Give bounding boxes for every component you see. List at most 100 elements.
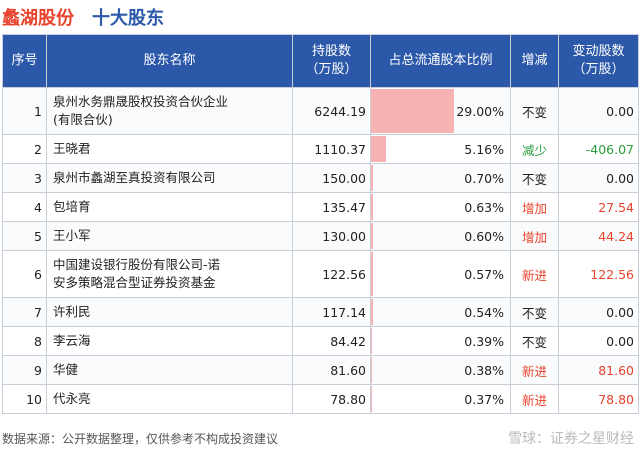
table-header-row: 序号 股东名称 持股数 （万股） 占总流通股本比例 增减 变动股数 （万股） (2, 34, 639, 88)
delta-value: 0.00 (558, 326, 639, 356)
delta-value: 81.60 (558, 355, 639, 385)
ratio-bar (371, 252, 373, 296)
change-status: 不变 (510, 87, 559, 135)
shareholder-name: 许利民 (46, 297, 293, 327)
delta-value: 122.56 (558, 250, 639, 298)
ratio-cell: 29.00% (370, 87, 511, 135)
ratio-value: 0.60% (464, 228, 504, 244)
shares-value: 135.47 (292, 192, 371, 222)
shares-value: 150.00 (292, 163, 371, 193)
shares-value: 122.56 (292, 250, 371, 298)
ratio-cell: 0.63% (370, 192, 511, 222)
ratio-bar (371, 89, 455, 133)
ratio-cell: 0.70% (370, 163, 511, 193)
change-status: 不变 (510, 297, 559, 327)
table-row: 9 华健 81.60 0.38% 新进 81.60 (2, 355, 639, 385)
table-row: 10 代永亮 78.80 0.37% 新进 78.80 (2, 384, 639, 414)
shares-value: 130.00 (292, 221, 371, 251)
company-name: 蠡湖股份 (2, 8, 74, 29)
row-index: 4 (2, 192, 47, 222)
delta-value: 44.24 (558, 221, 639, 251)
change-status: 新进 (510, 384, 559, 414)
row-index: 10 (2, 384, 47, 414)
change-status: 减少 (510, 134, 559, 164)
shareholder-name: 代永亮 (46, 384, 293, 414)
shares-value: 78.80 (292, 384, 371, 414)
table-row: 5 王小军 130.00 0.60% 增加 44.24 (2, 221, 639, 251)
shareholder-name: 李云海 (46, 326, 293, 356)
shareholder-name: 王小军 (46, 221, 293, 251)
ratio-value: 0.37% (464, 391, 504, 407)
delta-value: 78.80 (558, 384, 639, 414)
change-status: 增加 (510, 192, 559, 222)
table-row: 8 李云海 84.42 0.39% 不变 0.00 (2, 326, 639, 356)
row-index: 9 (2, 355, 47, 385)
data-source-note: 数据来源：公开数据整理，仅供参考不构成投资建议 (2, 432, 279, 446)
column-header-delta-text: 变动股数 （万股） (572, 44, 625, 77)
row-index: 8 (2, 326, 47, 356)
shares-value: 81.60 (292, 355, 371, 385)
ratio-value: 5.16% (464, 141, 504, 157)
shares-value: 117.14 (292, 297, 371, 327)
row-index: 7 (2, 297, 47, 327)
row-index: 2 (2, 134, 47, 164)
ratio-cell: 0.57% (370, 250, 511, 298)
ratio-bar (371, 299, 373, 325)
change-status: 不变 (510, 163, 559, 193)
ratio-value: 0.70% (464, 170, 504, 186)
change-status: 增加 (510, 221, 559, 251)
change-status: 不变 (510, 326, 559, 356)
delta-value: -406.07 (558, 134, 639, 164)
row-index: 3 (2, 163, 47, 193)
change-status: 新进 (510, 355, 559, 385)
ratio-cell: 0.60% (370, 221, 511, 251)
shares-value: 84.42 (292, 326, 371, 356)
ratio-value: 0.63% (464, 199, 504, 215)
ratio-bar (371, 357, 373, 383)
column-header-change: 增减 (510, 34, 559, 88)
ratio-value: 0.38% (464, 362, 504, 378)
ratio-bar (371, 136, 386, 162)
table-row: 6 中国建设银行股份有限公司-诺 安多策略混合型证券投资基金 122.56 0.57% 新… (2, 250, 639, 298)
ratio-value: 29.00% (456, 103, 504, 119)
column-header-ratio: 占总流通股本比例 (370, 34, 511, 88)
delta-value: 0.00 (558, 87, 639, 135)
shareholder-name: 泉州水务鼎晟股权投资合伙企业 (有限合伙) (46, 87, 293, 135)
shareholder-name: 华健 (46, 355, 293, 385)
ratio-value: 0.57% (464, 266, 504, 282)
table-row: 7 许利民 117.14 0.54% 不变 0.00 (2, 297, 639, 327)
shareholder-name: 泉州市蠡湖至真投资有限公司 (46, 163, 293, 193)
table-row: 2 王晓君 1110.37 5.16% 减少 -406.07 (2, 134, 639, 164)
delta-value: 0.00 (558, 297, 639, 327)
delta-value: 0.00 (558, 163, 639, 193)
ratio-bar (371, 194, 373, 220)
column-header-name: 股东名称 (46, 34, 293, 88)
ratio-cell: 0.38% (370, 355, 511, 385)
delta-value: 27.54 (558, 192, 639, 222)
ratio-cell: 0.37% (370, 384, 511, 414)
ratio-value: 0.54% (464, 304, 504, 320)
row-index: 6 (2, 250, 47, 298)
ratio-bar (371, 223, 373, 249)
page-title: 十大股东 (92, 8, 164, 29)
ratio-cell: 5.16% (370, 134, 511, 164)
brand-watermark: 雪球：证券之星财经 (508, 431, 634, 447)
shares-value: 1110.37 (292, 134, 371, 164)
table-row: 3 泉州市蠡湖至真投资有限公司 150.00 0.70% 不变 0.00 (2, 163, 639, 193)
shareholder-name: 中国建设银行股份有限公司-诺 安多策略混合型证券投资基金 (46, 250, 293, 298)
ratio-cell: 0.39% (370, 326, 511, 356)
title-bar: 蠡湖股份 十大股东 (0, 0, 640, 34)
table-row: 1 泉州水务鼎晟股权投资合伙企业 (有限合伙) 6244.19 29.00% 不变 0.00 (2, 87, 639, 135)
column-header-shares: 持股数 （万股） (292, 34, 371, 88)
table-row: 4 包培育 135.47 0.63% 增加 27.54 (2, 192, 639, 222)
column-header-index: 序号 (2, 34, 47, 88)
ratio-value: 0.39% (464, 333, 504, 349)
ratio-bar (371, 165, 373, 191)
column-header-shares-text: 持股数 （万股） (305, 44, 358, 77)
shareholder-name: 王晓君 (46, 134, 293, 164)
ratio-cell: 0.54% (370, 297, 511, 327)
row-index: 5 (2, 221, 47, 251)
row-index: 1 (2, 87, 47, 135)
column-header-delta: 变动股数 （万股） (558, 34, 639, 88)
ratio-bar (371, 386, 373, 412)
